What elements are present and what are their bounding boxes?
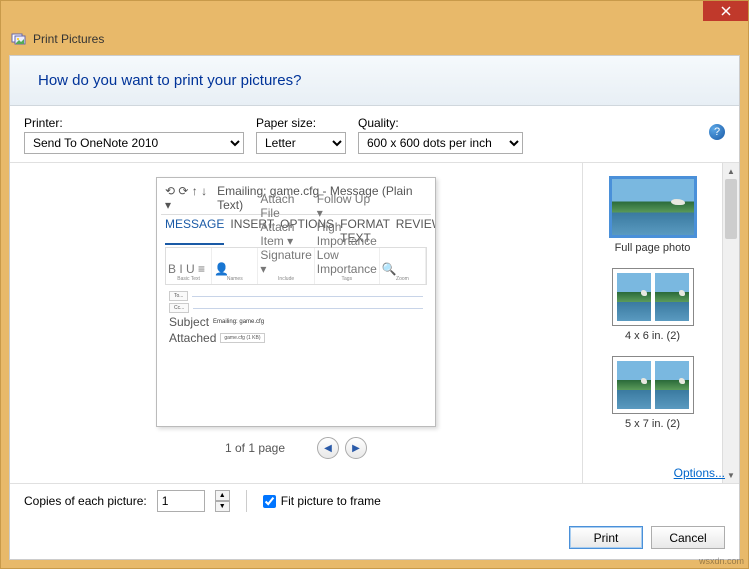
copies-down-button[interactable]: ▼ <box>215 501 230 512</box>
layout-5x7[interactable]: 5 x 7 in. (2) <box>607 351 699 435</box>
layout-full-page[interactable]: Full page photo <box>604 171 702 259</box>
scroll-up-icon[interactable]: ▲ <box>723 163 739 179</box>
layout-4x6-label: 4 x 6 in. (2) <box>625 330 680 342</box>
print-button[interactable]: Print <box>569 526 643 549</box>
controls-row: Printer: Send To OneNote 2010 Paper size… <box>10 106 739 162</box>
action-buttons: Print Cancel <box>10 518 739 559</box>
layout-thumb-full <box>609 176 697 238</box>
titlebar <box>1 1 748 31</box>
fit-frame-label: Fit picture to frame <box>281 494 381 508</box>
window-title: Print Pictures <box>33 32 104 46</box>
copies-spinner: ▲ ▼ <box>215 490 230 512</box>
email-preview: ⟲ ⟳ ↑ ↓ ▾ Emailing: game.cfg - Message (… <box>161 182 431 351</box>
layout-full-label: Full page photo <box>615 242 691 254</box>
paper-size-select[interactable]: Letter <box>256 132 346 154</box>
options-link[interactable]: Options... <box>674 466 725 480</box>
page-nav: 1 of 1 page ◀ ▶ <box>225 437 367 459</box>
page-indicator: 1 of 1 page <box>225 441 285 455</box>
close-icon <box>721 6 731 16</box>
quality-label: Quality: <box>358 116 523 130</box>
quality-select[interactable]: 600 x 600 dots per inch <box>358 132 523 154</box>
separator <box>246 490 247 512</box>
fit-frame-checkbox[interactable] <box>263 495 276 508</box>
copies-up-button[interactable]: ▲ <box>215 490 230 501</box>
layout-scrollbar[interactable]: ▲ ▼ <box>722 163 739 483</box>
next-page-button[interactable]: ▶ <box>345 437 367 459</box>
help-icon[interactable]: ? <box>709 124 725 140</box>
page-preview: ⟲ ⟳ ↑ ↓ ▾ Emailing: game.cfg - Message (… <box>156 177 436 427</box>
fit-frame-wrap[interactable]: Fit picture to frame <box>263 494 381 508</box>
dialog-body: How do you want to print your pictures? … <box>9 55 740 560</box>
ribbon-tab-message: MESSAGE <box>165 217 224 245</box>
copies-label: Copies of each picture: <box>24 494 147 508</box>
layout-5x7-label: 5 x 7 in. (2) <box>625 418 680 430</box>
preview-pane: ⟲ ⟳ ↑ ↓ ▾ Emailing: game.cfg - Message (… <box>10 163 582 483</box>
layout-thumb-5x7 <box>612 356 694 414</box>
layout-list[interactable]: Full page photo 4 x 6 in. (2) 5 x 7 in. … <box>582 163 722 483</box>
printer-select[interactable]: Send To OneNote 2010 <box>24 132 244 154</box>
scroll-thumb[interactable] <box>725 179 737 239</box>
title-row: Print Pictures <box>1 31 748 55</box>
paper-label: Paper size: <box>256 116 346 130</box>
ribbon-tab-review: REVIEW <box>396 217 436 245</box>
pictures-icon <box>11 31 27 47</box>
prev-page-button[interactable]: ◀ <box>317 437 339 459</box>
print-pictures-window: Print Pictures How do you want to print … <box>0 0 749 569</box>
main-area: ⟲ ⟳ ↑ ↓ ▾ Emailing: game.cfg - Message (… <box>10 162 739 484</box>
options-row: Options... Copies of each picture: ▲ ▼ F… <box>10 484 739 518</box>
cancel-button[interactable]: Cancel <box>651 526 725 549</box>
layout-thumb-4x6 <box>612 268 694 326</box>
copies-input[interactable] <box>157 490 205 512</box>
watermark: wsxdn.com <box>699 556 744 566</box>
header-question: How do you want to print your pictures? <box>10 56 739 106</box>
printer-label: Printer: <box>24 116 244 130</box>
layout-4x6[interactable]: 4 x 6 in. (2) <box>607 263 699 347</box>
scroll-down-icon[interactable]: ▼ <box>723 467 739 483</box>
close-button[interactable] <box>703 1 748 21</box>
